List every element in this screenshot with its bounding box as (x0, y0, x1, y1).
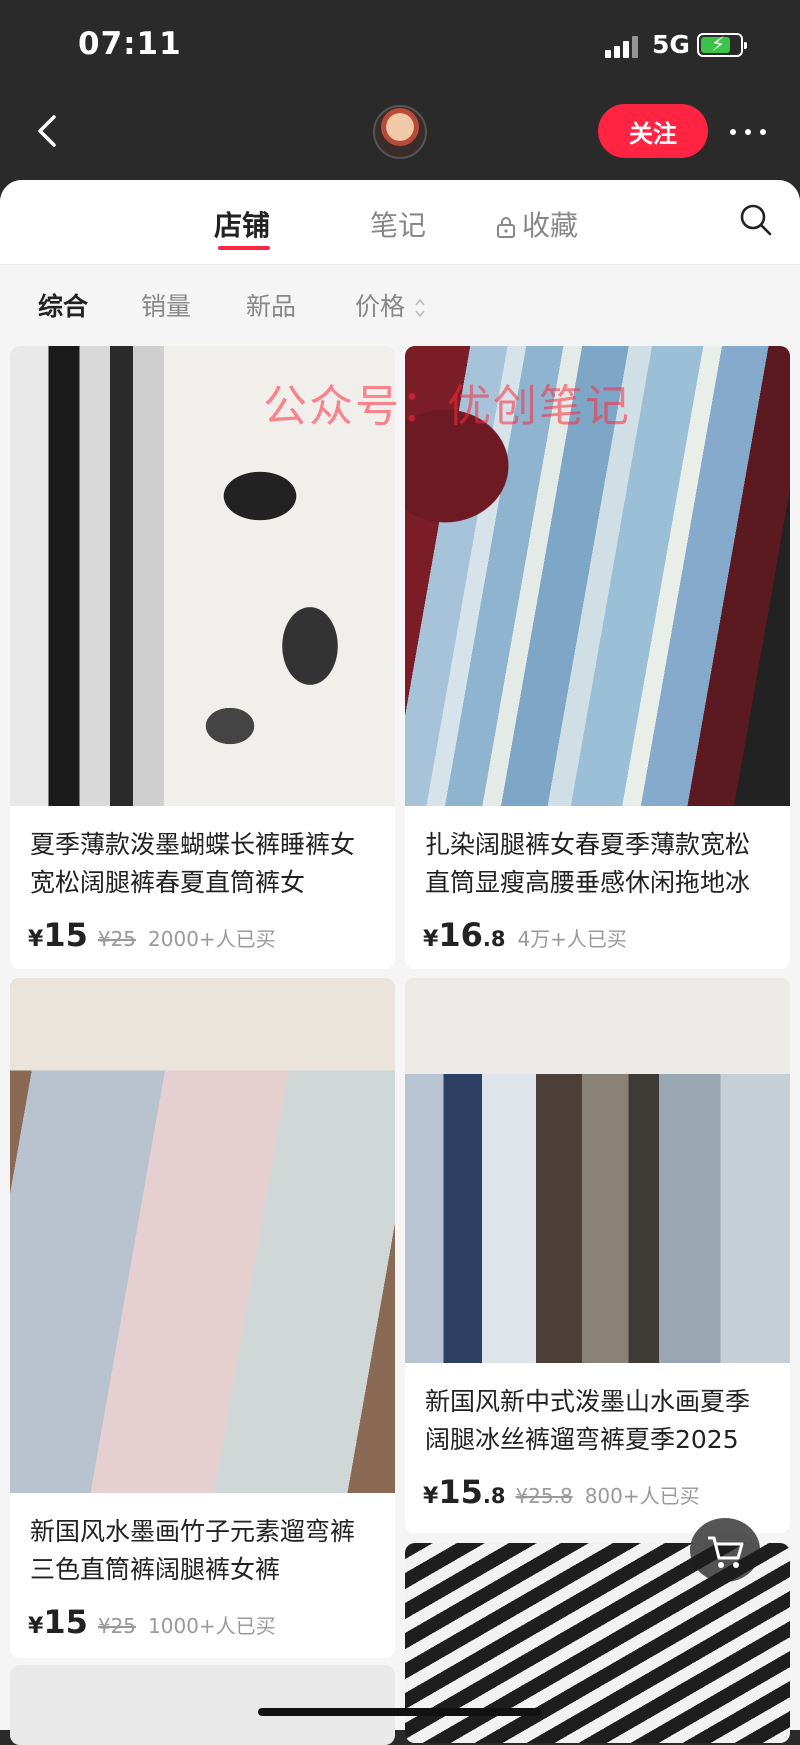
cart-button[interactable] (690, 1518, 760, 1582)
sold-count: 800+人已买 (584, 1484, 700, 1508)
top-bar: 关注 (0, 95, 800, 175)
original-price: ¥25 (97, 927, 137, 951)
sold-count: 1000+人已买 (148, 1614, 276, 1638)
watermark-text: 公众号：优创笔记 (263, 381, 631, 432)
status-bar: 07:11 5G ⚡ (0, 0, 800, 90)
current-price: ¥15 (28, 916, 88, 954)
product-title: 夏季薄款泼墨蝴蝶长裤睡裤女宽松阔腿裤春夏直筒裤女 (30, 830, 356, 897)
price-row: ¥15 ¥25 2000+人已买 (28, 916, 276, 954)
price-row: ¥16.8 4万+人已买 (423, 916, 627, 954)
product-card[interactable]: 新国风水墨画竹子元素遛弯裤三色直筒裤阔腿裤女裤 ¥15 ¥25 1000+人已买 (10, 978, 395, 1658)
chevron-left-icon (38, 115, 56, 147)
filter-overall[interactable]: 综合 (38, 287, 88, 323)
filter-bar: 综合 销量 新品 价格 (0, 265, 800, 345)
tab-store[interactable]: 店铺 (214, 204, 270, 244)
original-price: ¥25 (97, 1614, 137, 1638)
tab-favorites[interactable]: 收藏 (496, 204, 578, 244)
status-time: 07:11 (78, 26, 182, 62)
product-card[interactable] (10, 1665, 395, 1745)
network-type: 5G (652, 30, 690, 59)
filter-price[interactable]: 价格 (355, 287, 427, 323)
sort-arrows-icon (415, 298, 425, 318)
current-price: ¥15.8 (423, 1473, 506, 1511)
product-card[interactable]: 新国风新中式泼墨山水画夏季阔腿冰丝裤遛弯裤夏季2025 ¥15.8 ¥25.8 80… (405, 978, 790, 1533)
original-price: ¥25.8 (515, 1484, 573, 1508)
cellular-signal-icon (605, 34, 645, 58)
home-indicator[interactable] (258, 1708, 542, 1716)
sold-count: 2000+人已买 (148, 927, 276, 951)
current-price: ¥15 (28, 1603, 88, 1641)
product-card[interactable]: 夏季薄款泼墨蝴蝶长裤睡裤女宽松阔腿裤春夏直筒裤女 ¥15 ¥25 2000+人已买 (10, 346, 395, 969)
product-title: 新国风新中式泼墨山水画夏季阔腿冰丝裤遛弯裤夏季2025 (425, 1387, 751, 1454)
product-image (405, 978, 790, 1363)
tab-bar: 店铺 笔记 收藏 (0, 180, 800, 265)
current-price: ¥16.8 (423, 916, 506, 954)
product-image (10, 978, 395, 1493)
price-row: ¥15 ¥25 1000+人已买 (28, 1603, 276, 1641)
tab-notes[interactable]: 笔记 (370, 204, 426, 244)
sold-count: 4万+人已买 (517, 927, 627, 951)
filter-new[interactable]: 新品 (246, 287, 296, 323)
store-avatar[interactable] (373, 105, 427, 159)
active-tab-indicator (218, 246, 270, 250)
follow-button[interactable]: 关注 (598, 104, 708, 158)
product-title: 扎染阔腿裤女春夏季薄款宽松直筒显瘦高腰垂感休闲拖地冰 (425, 830, 751, 897)
lock-icon (497, 217, 515, 238)
search-icon[interactable] (738, 202, 774, 238)
battery-icon: ⚡ (697, 32, 747, 57)
price-row: ¥15.8 ¥25.8 800+人已买 (423, 1473, 700, 1511)
shopping-cart-icon (708, 1536, 744, 1568)
tab-favorites-label: 收藏 (522, 209, 579, 242)
product-title: 新国风水墨画竹子元素遛弯裤三色直筒裤阔腿裤女裤 (30, 1517, 356, 1584)
more-options-icon[interactable] (725, 117, 771, 147)
product-card[interactable]: 扎染阔腿裤女春夏季薄款宽松直筒显瘦高腰垂感休闲拖地冰 ¥16.8 4万+人已买 (405, 346, 790, 969)
filter-sales[interactable]: 销量 (141, 287, 191, 323)
back-button[interactable] (30, 111, 70, 151)
filter-price-label: 价格 (355, 292, 406, 321)
